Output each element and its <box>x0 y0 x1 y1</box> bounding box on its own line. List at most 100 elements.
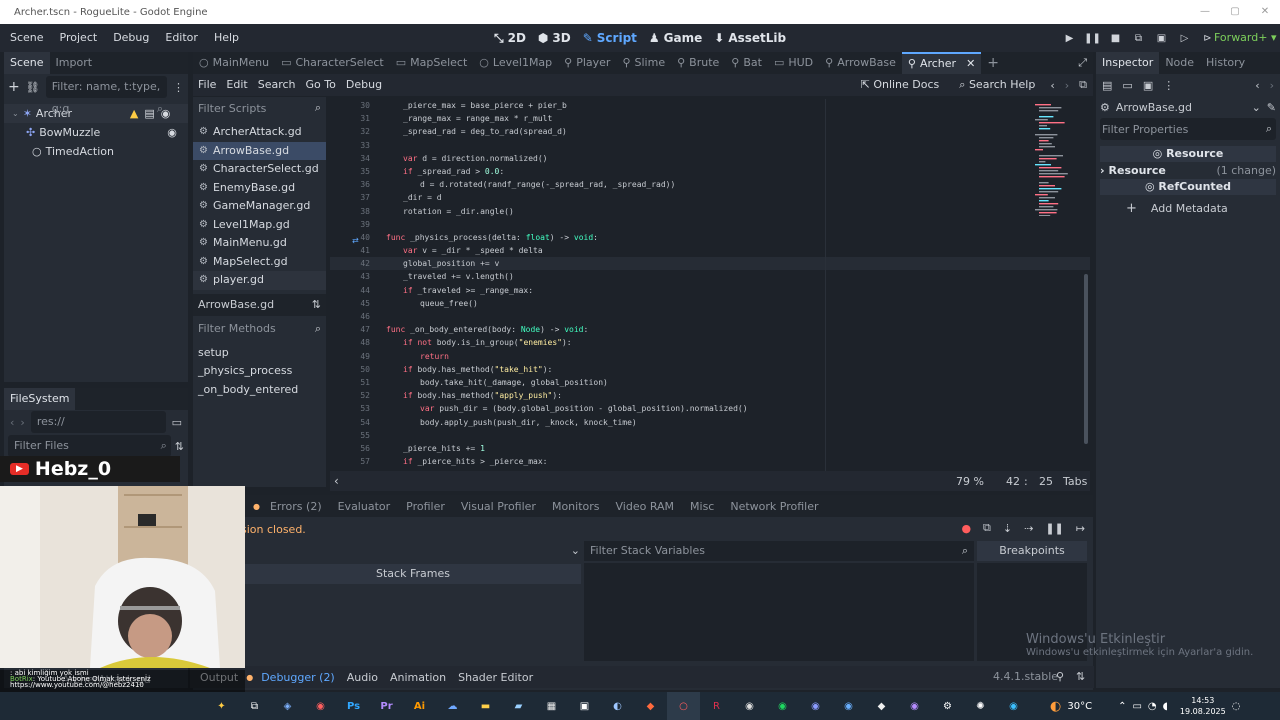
zoom-level[interactable]: 79 % <box>956 475 984 488</box>
close-window-button[interactable]: ✕ <box>1250 0 1280 24</box>
line-number[interactable]: 50 <box>330 363 370 376</box>
line-number[interactable]: 41 <box>330 244 370 257</box>
code-line[interactable]: 52 if body.has_method("apply_push"): <box>330 389 1090 402</box>
premiere-icon[interactable]: Pr <box>370 692 403 720</box>
add-node-icon[interactable]: + <box>8 79 20 95</box>
code-line[interactable]: 36 d = d.rotated(randf_range(-_spread_rad… <box>330 178 1090 191</box>
widgets-icon[interactable]: ✦ <box>205 692 238 720</box>
float-window-icon[interactable]: ⧉ <box>1079 78 1087 92</box>
script-menu-search[interactable]: Search <box>253 74 301 96</box>
code-line[interactable]: 31 _range_max = range_max * r_mult <box>330 112 1090 125</box>
filter-files-input[interactable]: Filter Files ⌕ <box>8 435 171 457</box>
code-line[interactable]: 49 return <box>330 350 1090 363</box>
tab-history[interactable]: History <box>1200 52 1251 74</box>
terminal-icon[interactable]: ▣ <box>568 692 601 720</box>
tab-visual-profiler[interactable]: Visual Profiler <box>455 500 542 513</box>
warning-icon[interactable]: ▲ <box>130 104 138 123</box>
script-menu-file[interactable]: File <box>193 74 221 96</box>
expand-panel-icon[interactable]: ⇅ <box>1076 670 1085 683</box>
tree-node-timedaction[interactable]: ○ TimedAction <box>4 142 188 161</box>
code-line[interactable]: 33 <box>330 139 1090 152</box>
photoshop-icon[interactable]: Ps <box>337 692 370 720</box>
line-number[interactable]: 56 <box>330 442 370 455</box>
tab-hud[interactable]: ▭ HUD <box>768 52 819 74</box>
code-line[interactable]: 30 _pierce_max = base_pierce + pier_b <box>330 99 1090 112</box>
tab-mainmenu[interactable]: ○ MainMenu <box>193 52 275 74</box>
discord-icon[interactable]: ◉ <box>799 692 832 720</box>
tab-audio[interactable]: Audio <box>343 671 382 684</box>
spotify-icon[interactable]: ◉ <box>766 692 799 720</box>
obs-record-icon[interactable]: ○ <box>667 692 700 720</box>
tab-errors[interactable]: Errors (2) <box>264 500 328 513</box>
code-line[interactable]: 39 <box>330 218 1090 231</box>
open-folder-icon[interactable]: ▭ <box>1122 79 1132 92</box>
chevron-down-icon[interactable]: ⌄ <box>1252 101 1261 114</box>
line-number[interactable]: 44 <box>330 284 370 297</box>
pin-icon[interactable]: ⚲ <box>1056 670 1064 683</box>
main-screen-3d[interactable]: ⬢ 3D <box>538 31 571 45</box>
path-field[interactable]: res:// <box>30 411 166 433</box>
method-item[interactable]: _physics_process <box>198 362 321 381</box>
line-number[interactable]: 48 <box>330 336 370 349</box>
line-number[interactable]: 47 <box>330 323 370 336</box>
line-number[interactable]: 40 <box>330 231 370 244</box>
main-screen-game[interactable]: ♟ Game <box>649 31 702 45</box>
main-screen-assetlib[interactable]: ⬇ AssetLib <box>714 31 786 45</box>
remote-debug-icon[interactable]: ⧉ <box>1129 33 1148 44</box>
stop-icon[interactable]: ■ <box>1106 33 1125 44</box>
script-item[interactable]: ⚙ MainMenu.gd <box>193 234 326 253</box>
menu-editor[interactable]: Editor <box>157 24 206 52</box>
tab-evaluator[interactable]: Evaluator <box>332 500 397 513</box>
tree-node-bowmuzzle[interactable]: ✣ BowMuzzle ◉ <box>4 123 188 142</box>
tab-level1map[interactable]: ○ Level1Map <box>473 52 558 74</box>
play-scene-icon[interactable]: ▷ <box>1175 33 1194 44</box>
method-item[interactable]: _on_body_entered <box>198 381 321 400</box>
line-number[interactable]: 33 <box>330 139 370 152</box>
break-icon[interactable]: ❚❚ <box>1045 522 1063 535</box>
code-line[interactable]: 38 rotation = _dir.angle() <box>330 205 1090 218</box>
script-item[interactable]: ⚙ CharacterSelect.gd <box>193 160 326 179</box>
tab-debugger[interactable]: Debugger (2) <box>257 671 339 684</box>
main-screen-script[interactable]: ✎ Script <box>583 31 637 45</box>
tab-slime[interactable]: ⚲ Slime <box>616 52 671 74</box>
tab-profiler[interactable]: Profiler <box>400 500 451 513</box>
prev-script-icon[interactable]: ‹ <box>1050 79 1054 92</box>
stop-debug-icon[interactable]: ● <box>961 522 971 535</box>
edge-icon[interactable]: ◉ <box>997 692 1030 720</box>
code-line[interactable]: 32 _spread_rad = deg_to_rad(spread_d) <box>330 125 1090 138</box>
version-label[interactable]: 4.4.1.stable <box>993 670 1058 683</box>
line-number[interactable]: 55 <box>330 429 370 442</box>
main-screen-2d[interactable]: ⤡ 2D <box>494 31 526 46</box>
continue-icon[interactable]: ↦ <box>1076 522 1085 535</box>
code-line[interactable]: 42 global_position += v <box>330 257 1090 271</box>
code-line[interactable]: 50 if body.has_method("take_hit"): <box>330 363 1090 376</box>
script-menu-debug[interactable]: Debug <box>341 74 387 96</box>
menu-scene[interactable]: Scene <box>2 24 52 52</box>
tab-node[interactable]: Node <box>1159 52 1200 74</box>
search-help-button[interactable]: ⌕ Search Help <box>954 74 1040 96</box>
step-into-icon[interactable]: ⇣ <box>1003 522 1012 535</box>
line-number[interactable]: 38 <box>330 205 370 218</box>
line-number[interactable]: 45 <box>330 297 370 310</box>
calculator-icon[interactable]: ▦ <box>535 692 568 720</box>
sort-icon[interactable]: ⇅ <box>175 440 184 453</box>
new-resource-icon[interactable]: ▤ <box>1102 79 1112 92</box>
chatgpt-icon[interactable]: ✺ <box>964 692 997 720</box>
tab-misc[interactable]: Misc <box>684 500 720 513</box>
code-line[interactable]: 34 var d = direction.normalized() <box>330 152 1090 165</box>
script-item[interactable]: ⚙ MapSelect.gd <box>193 253 326 272</box>
line-number[interactable]: 36 <box>330 178 370 191</box>
tab-scene[interactable]: Scene <box>4 52 50 74</box>
volume-icon[interactable]: ◖ <box>1163 701 1168 712</box>
history-back-icon[interactable]: ‹ <box>1255 79 1259 92</box>
code-line[interactable]: 41 var v = _dir * _speed * delta <box>330 244 1090 257</box>
tab-network-profiler[interactable]: Network Profiler <box>724 500 824 513</box>
method-item[interactable]: setup <box>198 344 321 363</box>
filter-methods-input[interactable]: Filter Methods ⌕ <box>193 318 326 340</box>
brave-icon[interactable]: ◆ <box>634 692 667 720</box>
settings-icon[interactable]: ⚙ <box>931 692 964 720</box>
steam-icon[interactable]: ◐ <box>601 692 634 720</box>
line-number[interactable]: 49 <box>330 350 370 363</box>
back-icon[interactable]: ‹ <box>10 416 14 429</box>
clock[interactable]: 14:53 19.08.2025 <box>1180 695 1226 717</box>
